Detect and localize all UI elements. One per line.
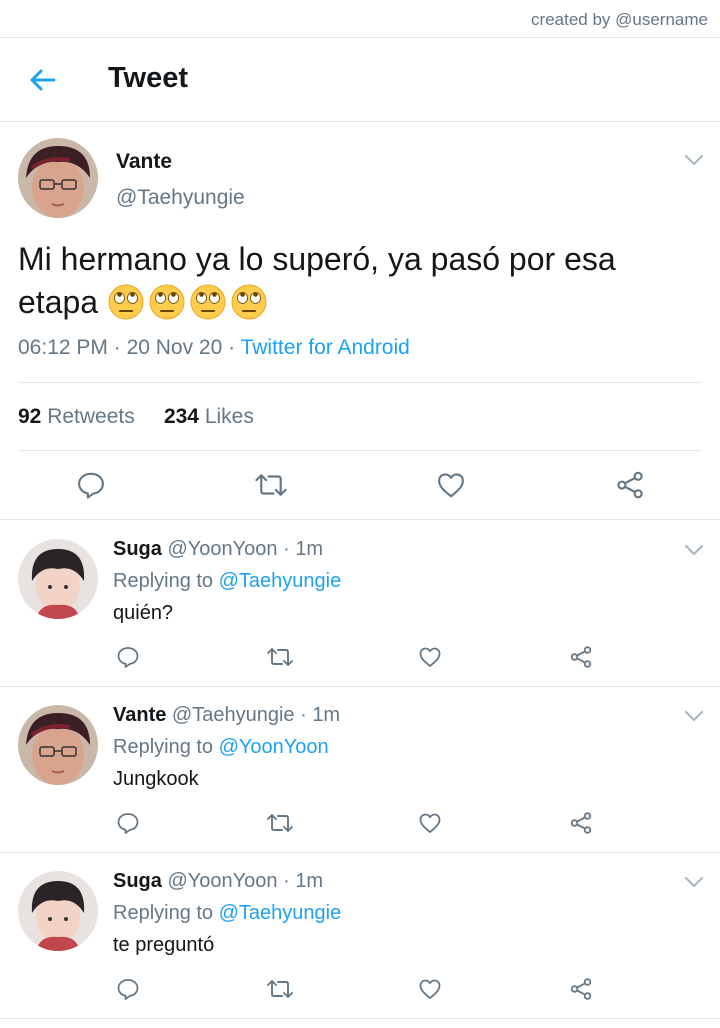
tweet-date: 20 Nov 20	[126, 336, 223, 359]
divider	[0, 121, 720, 122]
likes-stat[interactable]: 234 Likes	[164, 405, 254, 428]
chevron-down-icon[interactable]	[684, 153, 704, 167]
divider	[0, 1018, 720, 1019]
separator-dot: ·	[277, 870, 296, 892]
reply-icon[interactable]	[116, 977, 140, 1001]
face-with-rolling-eyes-icon	[190, 284, 226, 320]
page-title: Tweet	[108, 62, 189, 94]
mention-link[interactable]: @Taehyungie	[219, 570, 342, 592]
reply-author-name[interactable]: Vante	[113, 704, 166, 726]
face-with-rolling-eyes-icon	[149, 284, 185, 320]
reply-icon[interactable]	[116, 811, 140, 835]
mention-link[interactable]: @Taehyungie	[219, 902, 342, 924]
divider	[18, 450, 702, 451]
author-handle[interactable]: @Taehyungie	[116, 186, 245, 210]
avatar-suga[interactable]	[18, 539, 98, 619]
face-with-rolling-eyes-icon	[231, 284, 267, 320]
face-with-rolling-eyes-icon	[108, 284, 144, 320]
like-icon[interactable]	[418, 645, 442, 669]
divider	[0, 852, 720, 853]
avatar-suga[interactable]	[18, 871, 98, 951]
reply-author-name[interactable]: Suga	[113, 870, 162, 892]
retweets-stat[interactable]: 92 Retweets	[18, 405, 135, 428]
separator-dot: ·	[294, 704, 313, 726]
chevron-down-icon[interactable]	[684, 709, 704, 723]
tweet-text: Mi hermano ya lo superó, ya pasó por esa…	[18, 238, 678, 332]
share-icon[interactable]	[569, 811, 593, 835]
reply-author-handle[interactable]: @YoonYoon	[167, 538, 277, 560]
emoji-group	[107, 283, 271, 332]
avatar-vante[interactable]	[18, 138, 98, 218]
like-icon[interactable]	[418, 977, 442, 1001]
credit-text: created by @username	[531, 10, 708, 29]
retweet-icon[interactable]	[254, 470, 288, 500]
reply-header: Vante @Taehyungie · 1m	[113, 704, 340, 727]
divider	[0, 519, 720, 520]
share-icon[interactable]	[569, 645, 593, 669]
share-icon[interactable]	[615, 470, 645, 500]
tweet-meta: 06:12 PM · 20 Nov 20 · Twitter for Andro…	[18, 336, 410, 359]
tweet-time: 06:12 PM	[18, 336, 108, 359]
likes-count: 234	[163, 405, 199, 428]
reply-time: 1m	[295, 870, 324, 892]
replying-to-label: Replying to	[113, 736, 214, 758]
divider	[18, 382, 702, 383]
divider	[0, 686, 720, 687]
reply-time: 1m	[295, 538, 324, 560]
replying-to-line: Replying to @Taehyungie	[113, 902, 341, 925]
reply-text: quién?	[113, 602, 174, 624]
reply-header: Suga @YoonYoon · 1m	[113, 538, 323, 561]
reply-author-handle[interactable]: @Taehyungie	[172, 704, 295, 726]
reply-text: Jungkook	[113, 768, 199, 790]
retweet-icon[interactable]	[266, 645, 294, 669]
retweets-label: Retweets	[47, 405, 135, 428]
tweet-stats: 92 Retweets 234 Likes	[18, 405, 254, 429]
retweets-count: 92	[18, 405, 42, 428]
avatar-vante[interactable]	[18, 705, 98, 785]
tweet-source-link[interactable]: Twitter for Android	[241, 336, 410, 359]
retweet-icon[interactable]	[266, 977, 294, 1001]
author-name[interactable]: Vante	[116, 150, 172, 174]
replying-to-line: Replying to @YoonYoon	[113, 736, 329, 759]
mention-link[interactable]: @YoonYoon	[219, 736, 329, 758]
replying-to-label: Replying to	[113, 902, 214, 924]
like-icon[interactable]	[418, 811, 442, 835]
like-icon[interactable]	[436, 470, 466, 500]
replying-to-label: Replying to	[113, 570, 214, 592]
divider	[0, 37, 720, 38]
retweet-icon[interactable]	[266, 811, 294, 835]
reply-time: 1m	[312, 704, 341, 726]
likes-label: Likes	[204, 405, 254, 428]
reply-author-name[interactable]: Suga	[113, 538, 162, 560]
chevron-down-icon[interactable]	[684, 875, 704, 889]
separator-dot: ·	[277, 538, 296, 560]
reply-icon[interactable]	[116, 645, 140, 669]
replying-to-line: Replying to @Taehyungie	[113, 570, 341, 593]
reply-text: te preguntó	[113, 934, 215, 956]
chevron-down-icon[interactable]	[684, 543, 704, 557]
reply-header: Suga @YoonYoon · 1m	[113, 870, 323, 893]
share-icon[interactable]	[569, 977, 593, 1001]
back-arrow-icon[interactable]	[28, 66, 56, 94]
reply-author-handle[interactable]: @YoonYoon	[167, 870, 277, 892]
reply-icon[interactable]	[76, 470, 106, 500]
